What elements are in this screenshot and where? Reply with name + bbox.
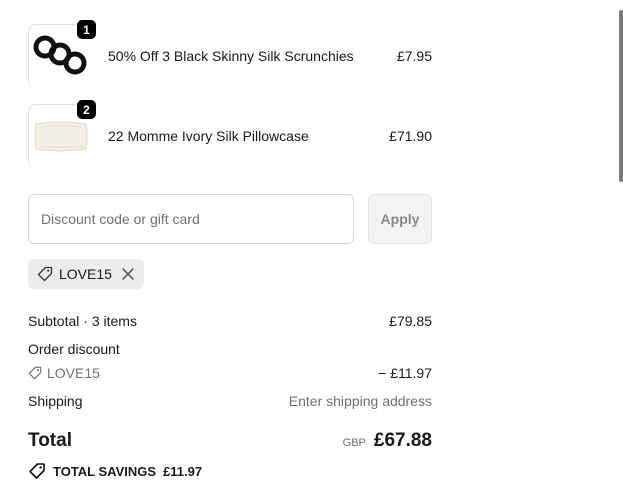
subtotal-label: Subtotal · 3 items bbox=[28, 313, 137, 329]
subtotal-row: Subtotal · 3 items £79.85 bbox=[28, 311, 432, 331]
scrollbar-thumb[interactable] bbox=[619, 10, 623, 182]
applied-discount-code: LOVE15 bbox=[59, 266, 112, 282]
apply-discount-button[interactable]: Apply bbox=[368, 194, 432, 244]
product-price: £7.95 bbox=[396, 48, 432, 64]
product-price: £71.90 bbox=[389, 128, 432, 144]
remove-discount-close-icon[interactable] bbox=[121, 267, 135, 281]
order-discount-row: Order discount bbox=[28, 339, 432, 359]
applied-discount-tag: LOVE15 bbox=[28, 259, 144, 289]
order-discount-label: Order discount bbox=[28, 341, 120, 357]
line-item: 2 22 Momme Ivory Silk Pillowcase £71.90 bbox=[28, 99, 432, 169]
savings-amount: £11.97 bbox=[163, 463, 203, 479]
discount-code-input[interactable] bbox=[28, 194, 354, 244]
currency-code: GBP bbox=[342, 437, 366, 449]
total-amount-group: GBP £67.88 bbox=[343, 430, 432, 452]
quantity-badge: 1 bbox=[76, 19, 97, 40]
product-name: 50% Off 3 Black Skinny Silk Scrunchies bbox=[108, 48, 354, 64]
shipping-value: Enter shipping address bbox=[288, 393, 432, 409]
savings-tag-icon bbox=[28, 462, 46, 480]
total-row: Total GBP £67.88 bbox=[28, 430, 432, 452]
total-savings: TOTAL SAVINGS £11.97 bbox=[28, 462, 202, 480]
shipping-row: Shipping Enter shipping address bbox=[28, 391, 432, 411]
quantity-badge: 2 bbox=[76, 99, 97, 120]
product-name: 22 Momme Ivory Silk Pillowcase bbox=[108, 128, 309, 144]
scrollbar[interactable] bbox=[619, 0, 623, 497]
total-amount: £67.88 bbox=[373, 430, 432, 451]
line-item: 1 50% Off 3 Black Skinny Silk Scrunchies… bbox=[28, 19, 432, 89]
subtotal-value: £79.85 bbox=[389, 313, 432, 329]
total-label: Total bbox=[28, 430, 72, 451]
order-discount-value: − £11.97 bbox=[378, 365, 432, 381]
order-discount-code-row: LOVE15 − £11.97 bbox=[28, 363, 432, 383]
order-discount-code-text: LOVE15 bbox=[47, 365, 100, 381]
savings-label: TOTAL SAVINGS bbox=[53, 463, 157, 479]
discount-form: Apply bbox=[28, 194, 432, 244]
shipping-label: Shipping bbox=[28, 393, 83, 409]
tag-icon bbox=[28, 366, 42, 380]
product-thumbnail: 1 bbox=[28, 19, 97, 89]
product-thumbnail: 2 bbox=[28, 99, 97, 169]
order-discount-code: LOVE15 bbox=[28, 365, 100, 381]
tag-icon bbox=[37, 266, 53, 282]
